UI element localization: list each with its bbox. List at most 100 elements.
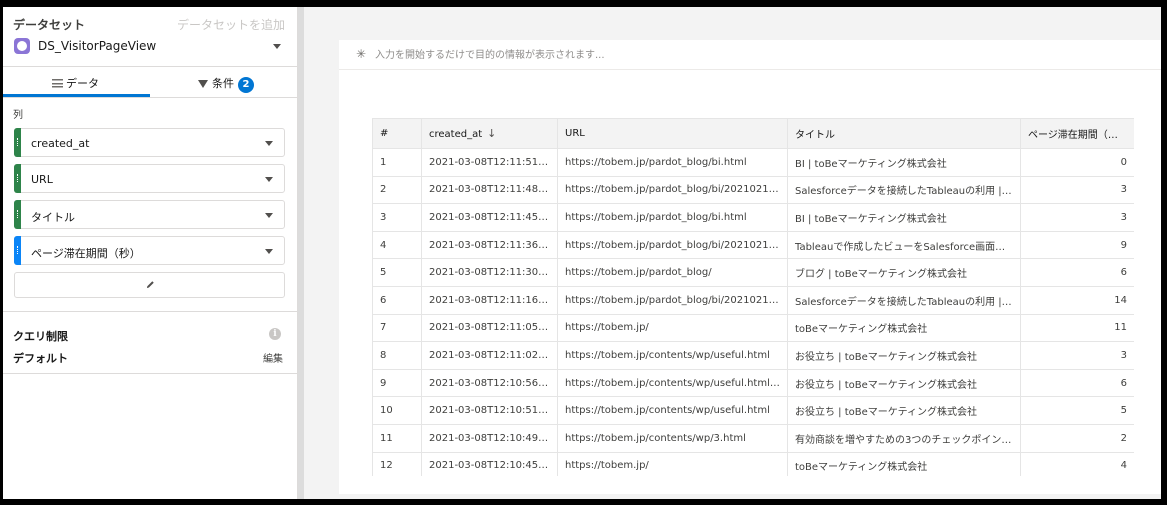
table-cell: 2021-03-08T12:11:45.000Z (421, 203, 558, 232)
table-row[interactable]: 4 2021-03-08T12:11:36.000Z https://tobem.j… (372, 230, 1134, 260)
dataset-section: データセット データセットを追加 DS_VisitorPageView (13, 16, 285, 66)
table-cell: 1 (372, 148, 422, 177)
table-cell: 2021-03-08T12:11:48.000Z (421, 175, 558, 205)
info-icon[interactable]: i (269, 328, 281, 340)
table-cell: 2 (1020, 423, 1134, 453)
table-cell: 2 (372, 175, 422, 205)
table-cell: 8 (372, 341, 422, 370)
table-cell: https://tobem.jp/contents/wp/useful.html (557, 396, 788, 425)
table-cell: 4 (1020, 451, 1134, 476)
list-icon (52, 79, 63, 88)
column-header-created-at[interactable]: created_at ↓ (421, 118, 558, 149)
column-header-title[interactable]: タイトル (787, 118, 1021, 149)
dataset-name: DS_VisitorPageView (38, 39, 157, 53)
drag-handle[interactable] (14, 236, 21, 265)
table-cell: 12 (372, 451, 422, 476)
table-row[interactable]: 6 2021-03-08T12:11:16.000Z https://tobem.j… (372, 285, 1134, 315)
table-cell: 3 (1020, 341, 1134, 370)
tab-conditions[interactable]: 条件 2 (151, 67, 298, 97)
drag-handle[interactable] (14, 164, 21, 193)
table-cell: 有効商談を増やすための3つのチェックポイント | ... (787, 423, 1021, 453)
query-limit-value: デフォルト (13, 352, 68, 365)
table-row[interactable]: 12 2021-03-08T12:10:45.000Z https://tobem.… (372, 451, 1134, 476)
table-row[interactable]: 5 2021-03-08T12:11:30.000Z https://tobem.j… (372, 258, 1134, 287)
table-cell: 11 (1020, 313, 1134, 343)
chevron-down-icon[interactable] (265, 213, 273, 218)
search-input[interactable] (375, 47, 1075, 63)
table-row[interactable]: 3 2021-03-08T12:11:45.000Z https://tobem.j… (372, 203, 1134, 232)
table-cell: お役立ち | toBeマーケティング株式会社 (787, 368, 1021, 398)
field-label: ページ滞在期間（秒） (31, 247, 141, 260)
table-cell: Tableauで作成したビューをSalesforce画面に表示... (787, 230, 1021, 260)
table-cell: 2021-03-08T12:11:30.000Z (421, 258, 558, 287)
table-cell: 2021-03-08T12:11:02.000Z (421, 341, 558, 370)
table-row[interactable]: 11 2021-03-08T12:10:49.000Z https://tobem.… (372, 423, 1134, 453)
table-cell: https://tobem.jp/pardot_blog/bi.html (557, 203, 788, 232)
table-cell: 4 (372, 230, 422, 260)
divider (3, 97, 297, 98)
table-cell: 6 (1020, 368, 1134, 398)
table-cell: Salesforceデータを接続したTableauの利用 | toBe... (787, 175, 1021, 205)
field-label: URL (31, 173, 53, 186)
table-cell: https://tobem.jp/pardot_blog/bi.html (557, 148, 788, 177)
table-cell: https://tobem.jp/pardot_blog/bi/20210217… (557, 175, 788, 205)
table-cell: お役立ち | toBeマーケティング株式会社 (787, 396, 1021, 425)
search-bar: ✳ (339, 40, 1161, 70)
column-header-label: # (380, 128, 389, 139)
table-cell: toBeマーケティング株式会社 (787, 451, 1021, 476)
chevron-down-icon[interactable] (265, 249, 273, 254)
table-cell: 14 (1020, 285, 1134, 315)
table-cell: https://tobem.jp/contents/wp/useful.html… (557, 368, 788, 398)
column-header-page-duration[interactable]: ページ滞在期間（秒） (1020, 118, 1134, 149)
table-row[interactable]: 2 2021-03-08T12:11:48.000Z https://tobem.j… (372, 175, 1134, 205)
table-row[interactable]: 8 2021-03-08T12:11:02.000Z https://tobem.j… (372, 341, 1134, 370)
column-header-index[interactable]: # (372, 118, 422, 149)
filter-icon (198, 80, 208, 88)
table-cell: https://tobem.jp/contents/wp/useful.html (557, 341, 788, 370)
table-cell: 2021-03-08T12:11:36.000Z (421, 230, 558, 260)
field-pill-url[interactable]: URL (14, 164, 285, 193)
results-table: # created_at ↓ URL タイトル ページ滞在期間（秒） 1 2021-… (372, 118, 1134, 476)
sparkle-icon: ✳ (356, 47, 367, 61)
table-cell: 2021-03-08T12:10:45.000Z (421, 451, 558, 476)
table-cell: toBeマーケティング株式会社 (787, 313, 1021, 343)
field-pill-title[interactable]: タイトル (14, 200, 285, 229)
table-row[interactable]: 1 2021-03-08T12:11:51.000Z https://tobem.j… (372, 148, 1134, 177)
columns-heading: 列 (13, 110, 23, 121)
table-cell: 11 (372, 423, 422, 453)
add-dataset-link[interactable]: データセットを追加 (177, 16, 285, 33)
table-cell: Salesforceデータを接続したTableauの利用 | toBe... (787, 285, 1021, 315)
dataset-selector[interactable]: DS_VisitorPageView (13, 36, 285, 58)
table-row[interactable]: 10 2021-03-08T12:10:51.000Z https://tobem.… (372, 396, 1134, 425)
table-cell: 6 (1020, 258, 1134, 287)
tab-data[interactable]: データ (3, 67, 150, 97)
drag-handle[interactable] (14, 128, 21, 157)
results-table-container[interactable]: # created_at ↓ URL タイトル ページ滞在期間（秒） 1 2021-… (372, 118, 1134, 476)
drag-handle[interactable] (14, 200, 21, 229)
table-cell: BI | toBeマーケティング株式会社 (787, 203, 1021, 232)
field-label: created_at (31, 137, 90, 150)
query-builder-panel: データセット データセットを追加 DS_VisitorPageView データ … (3, 7, 298, 499)
column-header-label: タイトル (795, 130, 835, 141)
table-row[interactable]: 9 2021-03-08T12:10:56.000Z https://tobem.j… (372, 368, 1134, 398)
table-header-row: # created_at ↓ URL タイトル ページ滞在期間（秒） (372, 118, 1134, 149)
edit-query-limit-link[interactable]: 編集 (263, 350, 283, 365)
panel-tabs: データ 条件 2 (3, 67, 298, 97)
tab-data-label: データ (66, 77, 99, 90)
edit-columns-button[interactable] (14, 272, 285, 298)
column-header-url[interactable]: URL (557, 118, 788, 149)
table-row[interactable]: 7 2021-03-08T12:11:05.000Z https://tobem.j… (372, 313, 1134, 343)
table-cell: 5 (1020, 396, 1134, 425)
query-limit-label: クエリ制限 (13, 330, 68, 343)
sort-descending-icon: ↓ (487, 127, 497, 140)
chevron-down-icon[interactable] (265, 177, 273, 182)
app-window: データセット データセットを追加 DS_VisitorPageView データ … (3, 7, 1161, 499)
table-cell: 2021-03-08T12:10:49.000Z (421, 423, 558, 453)
divider (3, 311, 297, 312)
field-pill-page-duration[interactable]: ページ滞在期間（秒） (14, 236, 285, 265)
table-cell: 9 (372, 368, 422, 398)
chevron-down-icon[interactable] (265, 141, 273, 146)
field-pill-created-at[interactable]: created_at (14, 128, 285, 157)
table-cell: BI | toBeマーケティング株式会社 (787, 148, 1021, 177)
chevron-down-icon (273, 44, 281, 49)
